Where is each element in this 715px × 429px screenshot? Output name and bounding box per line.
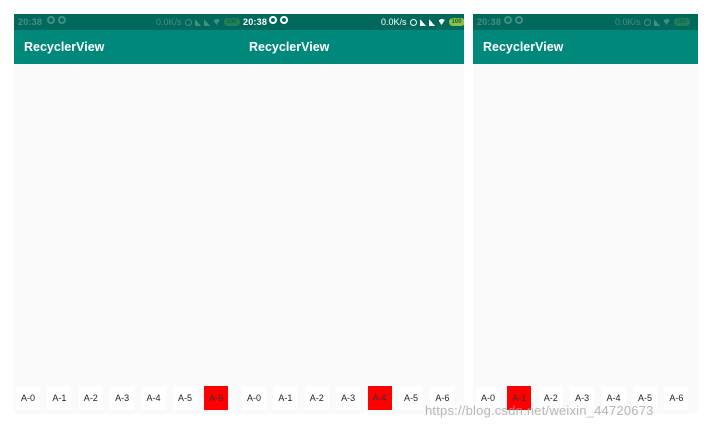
list-item[interactable]: A-0 — [16, 386, 40, 410]
list-item[interactable]: A-3 — [336, 386, 361, 410]
app-toolbar: RecyclerView — [473, 30, 698, 64]
list-item[interactable]: A-5 — [172, 386, 197, 410]
watermark: https://blog.csdn.net/weixin_44720673 — [425, 403, 654, 418]
notification-icon — [504, 16, 512, 24]
notification-icon — [47, 16, 55, 24]
list-item[interactable]: A-2 — [78, 386, 103, 410]
notification-icon — [58, 16, 66, 24]
signal-icon — [428, 18, 435, 26]
app-toolbar: RecyclerView RecyclerView — [14, 30, 464, 64]
toolbar-title: RecyclerView — [483, 40, 564, 54]
list-item[interactable]: A-5 — [398, 386, 423, 410]
list-item[interactable]: A-1 — [273, 386, 298, 410]
phone-screen-right: 20:38 0.0K/s 100 RecyclerView — [473, 14, 698, 414]
list-item[interactable]: A-4 — [141, 386, 166, 410]
notification-icon — [515, 16, 523, 24]
list-item[interactable]: A-0 — [242, 386, 266, 410]
status-bar: 20:38 0.0K/s 100 20:38 0.0K/s 100 — [14, 14, 464, 30]
wifi-icon — [212, 19, 221, 25]
status-time: 20:38 — [477, 17, 502, 27]
list-item[interactable]: A-1 — [47, 386, 72, 410]
battery-icon: 100 — [448, 18, 464, 26]
list-item-selected[interactable]: A-4 — [367, 386, 392, 410]
status-right-icons: 0.0K/s 100 — [615, 17, 690, 27]
notification-icons — [44, 16, 66, 27]
alarm-icon — [184, 18, 192, 26]
network-speed: 0.0K/s — [156, 17, 182, 27]
network-speed: 0.0K/s — [615, 17, 641, 27]
signal-icon — [203, 18, 210, 26]
wifi-icon — [662, 19, 671, 25]
recycler-list-screen-1[interactable]: A-0 A-1 A-2 A-3 A-4 A-5 A-6 — [16, 386, 236, 410]
phone-screen-left: 20:38 0.0K/s 100 20:38 0.0K/s 100 Recycl… — [14, 14, 464, 414]
status-time: 20:38 — [243, 17, 268, 27]
notification-icon — [280, 16, 288, 24]
signal-icon — [419, 18, 426, 26]
toolbar-title: RecyclerView — [249, 40, 330, 54]
wifi-icon — [437, 19, 446, 25]
toolbar-title: RecyclerView — [24, 40, 105, 54]
network-speed: 0.0K/s — [381, 17, 407, 27]
list-item[interactable]: A-6 — [664, 386, 689, 410]
list-item[interactable]: A-2 — [304, 386, 329, 410]
notification-icon — [269, 16, 277, 24]
list-item-selected[interactable]: A-6 — [204, 386, 229, 410]
list-item[interactable]: A-3 — [110, 386, 135, 410]
notification-icons — [266, 16, 288, 27]
status-right-icons: 0.0K/s 100 — [381, 17, 464, 27]
battery-icon: 100 — [223, 18, 240, 26]
status-right-icons: 0.0K/s 100 — [156, 17, 240, 27]
signal-icon — [653, 18, 660, 26]
alarm-icon — [409, 18, 417, 26]
signal-icon — [194, 18, 201, 26]
battery-icon: 100 — [673, 18, 690, 26]
status-time: 20:38 — [18, 17, 43, 27]
notification-icons — [501, 16, 523, 27]
status-bar: 20:38 0.0K/s 100 — [473, 14, 698, 30]
alarm-icon — [643, 18, 651, 26]
